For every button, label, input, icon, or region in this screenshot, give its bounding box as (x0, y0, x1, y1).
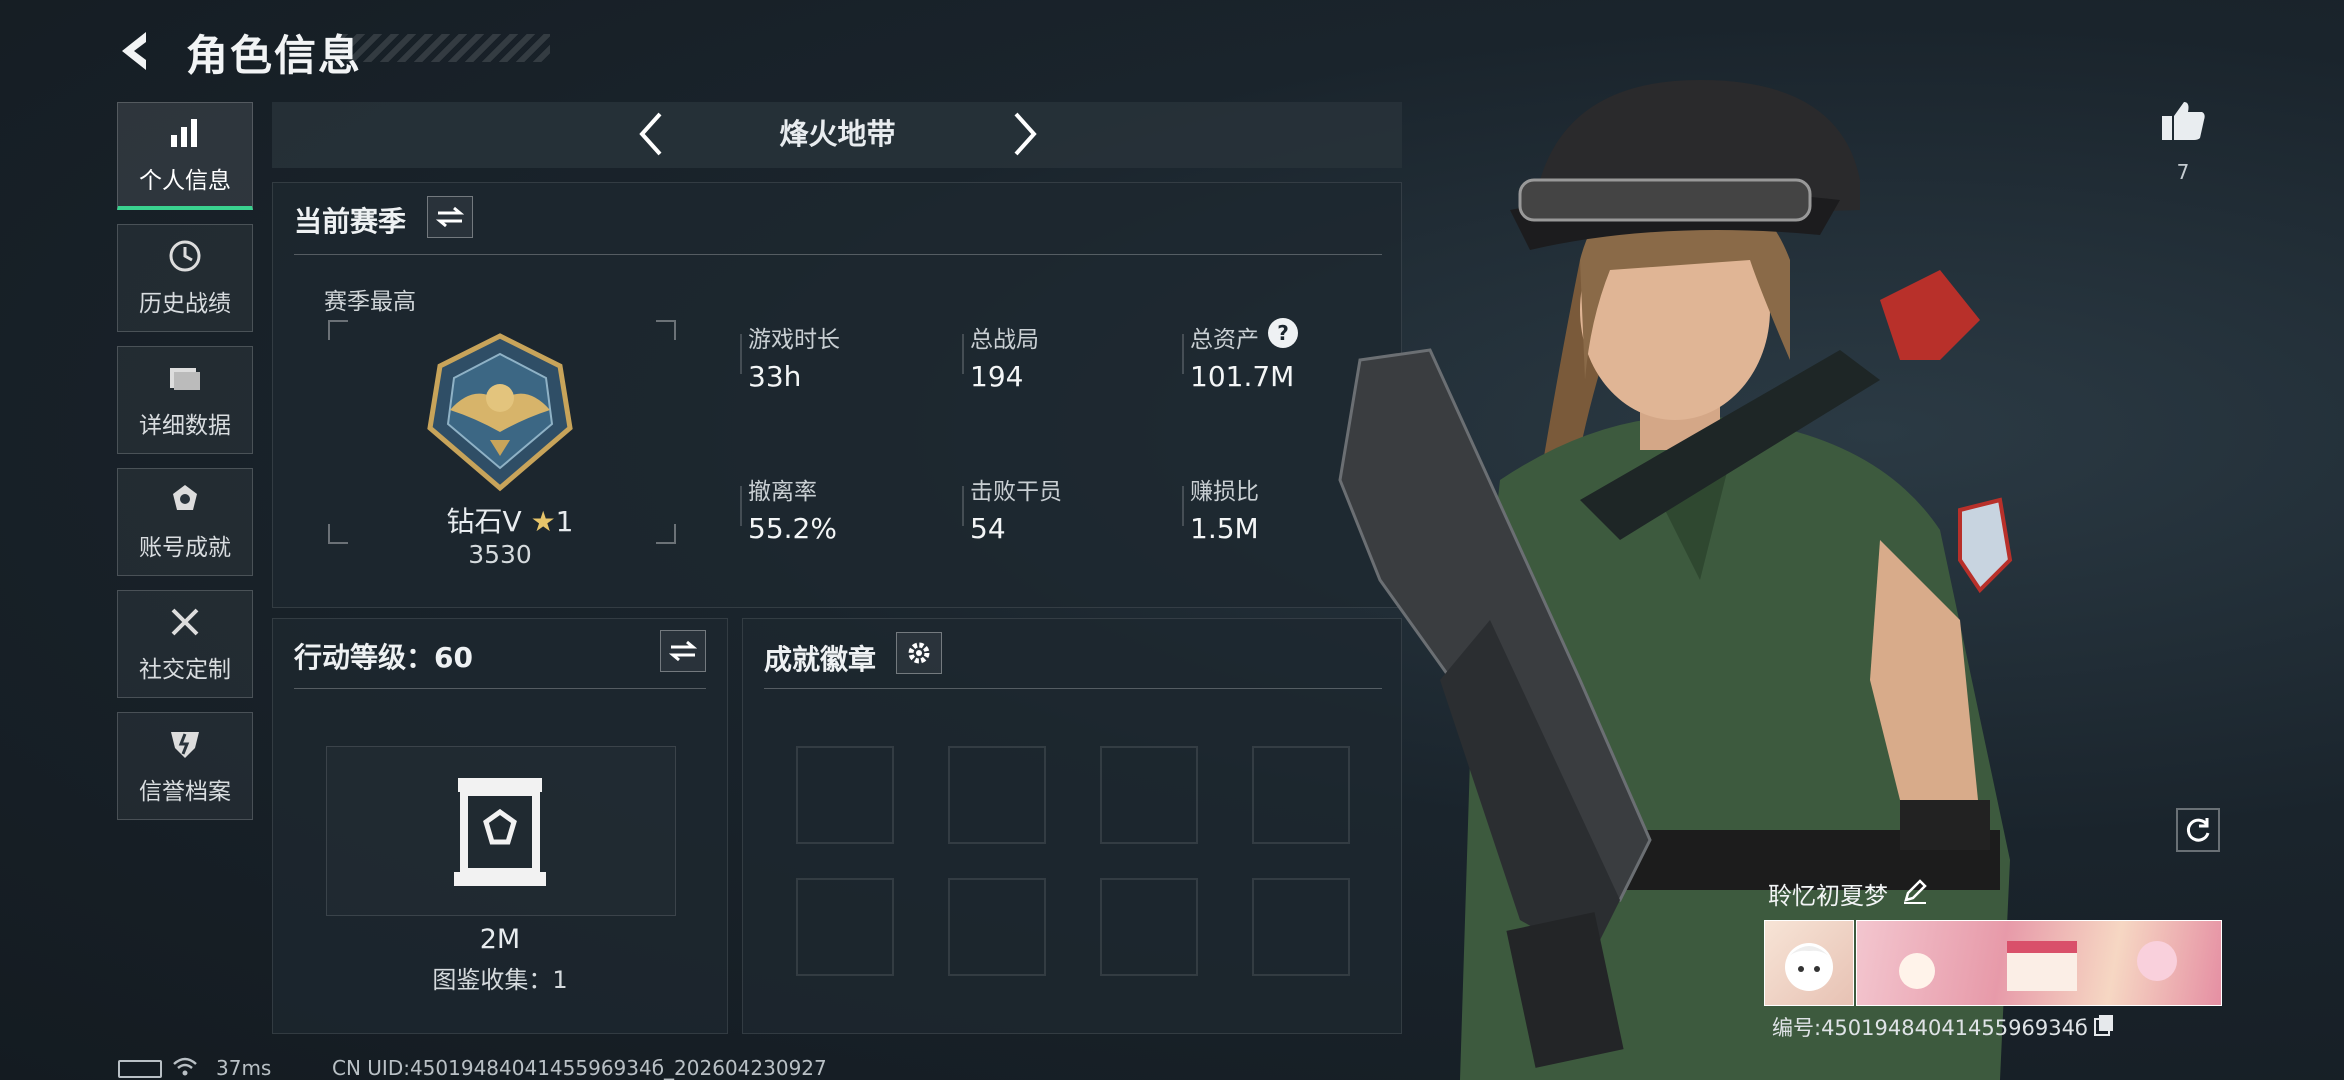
frame-corner (328, 524, 348, 544)
divider (294, 688, 706, 689)
collection-value: 2M (479, 924, 521, 955)
bar-chart-icon (171, 118, 197, 147)
season-highest-label: 赛季最高 (324, 289, 416, 315)
nav-item-achievements[interactable]: 账号成就 (117, 468, 253, 576)
stat-label: 游戏时长 (748, 327, 840, 353)
nav-item-details[interactable]: 详细数据 (117, 346, 253, 454)
nav-item-social[interactable]: 社交定制 (117, 590, 253, 698)
badge-slot[interactable] (796, 746, 894, 844)
stat-separator (962, 486, 964, 526)
wifi-icon (172, 1056, 198, 1080)
badge-settings-button[interactable] (896, 632, 942, 674)
refresh-icon (2186, 818, 2210, 842)
badge-slot[interactable] (1100, 878, 1198, 976)
stat-separator (1182, 334, 1184, 374)
avatar[interactable] (1764, 920, 1854, 1006)
swap-icon (436, 206, 464, 228)
battery-icon (118, 1060, 162, 1078)
nav-item-credit[interactable]: 信誉档案 (117, 712, 253, 820)
nav-item-label: 信誉档案 (139, 779, 231, 805)
stat-label: 击败干员 (970, 479, 1062, 505)
rank-stars: 1 (555, 505, 574, 538)
divider (294, 254, 1382, 255)
back-arrow-icon (122, 32, 146, 70)
back-button[interactable] (112, 26, 162, 76)
badge-slot[interactable] (796, 878, 894, 976)
folder-icon (170, 368, 200, 390)
rank-emblem-icon (427, 333, 573, 492)
stat-label: 撤离率 (748, 479, 817, 505)
rank-name: 钻石V (446, 505, 522, 538)
collection-label: 图鉴收集：1 (432, 966, 568, 994)
swap-icon (669, 640, 697, 662)
cake-decoration-icon (1899, 941, 2177, 991)
stat-value: 1.5M (1190, 512, 1259, 545)
thumbs-up-icon (2162, 102, 2205, 140)
badge-slot[interactable] (1100, 746, 1198, 844)
gear-icon (908, 642, 930, 664)
prev-mode-button[interactable] (634, 110, 668, 158)
tools-icon (171, 608, 199, 636)
stat-label: 总战局 (970, 327, 1039, 353)
like-button[interactable] (2158, 96, 2208, 146)
title-decoration (340, 34, 550, 62)
stat-value: 33h (748, 360, 802, 393)
chevron-right-icon (1014, 112, 1037, 156)
nav-item-history[interactable]: 历史战绩 (117, 224, 253, 332)
copy-icon (2094, 1015, 2113, 1036)
star-icon: ★ (530, 505, 556, 538)
page-title: 角色信息 (186, 31, 363, 80)
avatar-character-icon (1785, 943, 1833, 991)
badge-slot[interactable] (948, 878, 1046, 976)
edit-nickname-button[interactable] (1900, 876, 1930, 906)
stat-separator (1182, 486, 1184, 526)
current-season-title: 当前赛季 (294, 205, 407, 238)
copy-id-button[interactable] (2092, 1012, 2116, 1036)
stat-value: 194 (970, 360, 1024, 393)
mode-name: 烽火地带 (779, 117, 896, 151)
nav-item-profile[interactable]: 个人信息 (117, 102, 253, 210)
ping-value: 37ms (216, 1056, 272, 1080)
credit-shield-icon (171, 732, 199, 758)
pencil-icon (1904, 879, 1927, 904)
nav-item-label: 详细数据 (139, 413, 231, 439)
player-nickname: 聆忆初夏梦 (1768, 882, 1888, 910)
help-icon[interactable]: ? (1268, 318, 1298, 348)
action-level-title: 行动等级：60 (294, 641, 473, 674)
frame-corner (328, 320, 348, 340)
achievement-icon (173, 485, 197, 510)
stat-label: 总资产 (1190, 327, 1259, 353)
nav-item-label: 社交定制 (139, 657, 231, 683)
frame-corner (656, 524, 676, 544)
name-card-banner[interactable] (1856, 920, 2222, 1006)
action-level-switch-button[interactable] (660, 630, 706, 672)
frame-corner (656, 320, 676, 340)
history-icon (169, 240, 201, 272)
collection-cabinet-icon (454, 778, 546, 886)
season-switch-button[interactable] (427, 196, 473, 238)
stat-value: 101.7M (1190, 360, 1295, 393)
stat-separator (740, 486, 742, 526)
stat-separator (740, 334, 742, 374)
rank-line: 钻石V ★1 (420, 500, 600, 540)
divider (764, 688, 1382, 689)
stat-label: 赚损比 (1190, 479, 1259, 505)
rank-points: 3530 (468, 540, 532, 569)
nav-item-label: 历史战绩 (139, 291, 231, 317)
nav-item-label: 账号成就 (139, 535, 231, 561)
stat-value: 55.2% (748, 512, 837, 545)
uid-text: CN UID:4501948404145596934б_202604230927 (332, 1056, 827, 1080)
refresh-button[interactable] (2176, 808, 2220, 852)
stat-separator (962, 334, 964, 374)
nav-item-label: 个人信息 (139, 167, 231, 194)
stat-value: 54 (970, 512, 1006, 545)
like-count: 7 (2176, 160, 2190, 184)
next-mode-button[interactable] (1008, 110, 1042, 158)
achievement-badges-title: 成就徽章 (764, 643, 877, 676)
badge-slot[interactable] (948, 746, 1046, 844)
player-id: 编号:4501948404145596934б (1772, 1016, 2088, 1040)
chevron-left-icon (639, 112, 662, 156)
